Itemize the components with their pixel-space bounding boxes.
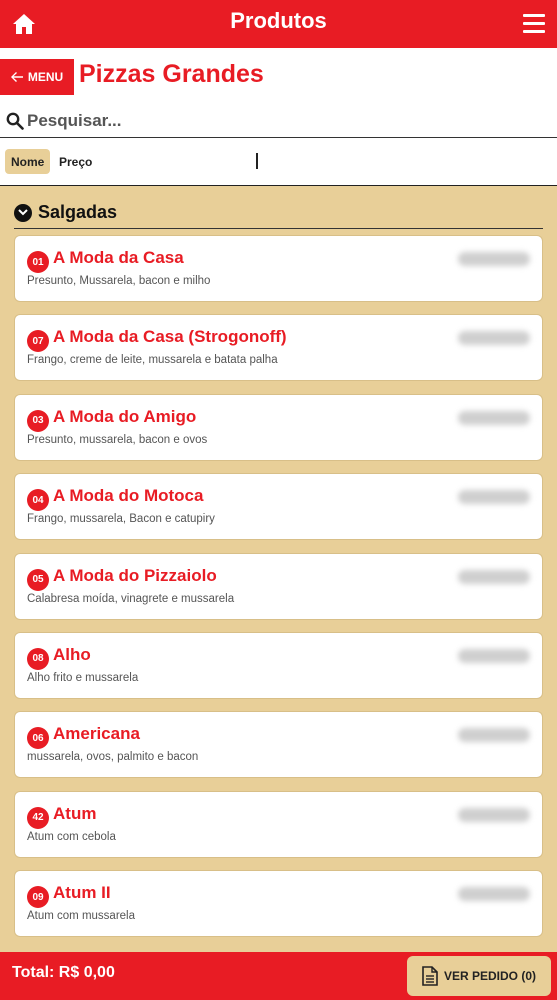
sort-options: Nome Preço: [0, 138, 557, 186]
product-card[interactable]: 05 A Moda do Pizzaiolo Calabresa moída, …: [14, 552, 543, 620]
product-name: A Moda da Casa (Strogonoff): [53, 327, 287, 347]
product-number-badge: 05: [27, 568, 49, 591]
page-title: Pizzas Grandes: [79, 60, 264, 88]
product-name: Alho: [53, 644, 91, 664]
product-number-badge: 08: [27, 647, 49, 670]
product-card[interactable]: 03 A Moda do Amigo Presunto, mussarela, …: [14, 393, 543, 461]
product-price-blurred: [458, 252, 530, 266]
product-name: A Moda do Amigo: [53, 406, 197, 426]
product-number-badge: 09: [27, 886, 49, 909]
product-description: Frango, mussarela, Bacon e catupiry: [27, 513, 215, 526]
product-number-badge: 04: [27, 489, 49, 512]
product-price-blurred: [458, 648, 530, 663]
product-name: Atum: [53, 803, 97, 823]
chevron-down-icon: [14, 203, 32, 222]
view-order-button[interactable]: VER PEDIDO (0): [407, 956, 551, 996]
product-price-blurred: [458, 569, 530, 584]
product-description: Calabresa moída, vinagrete e mussarela: [27, 592, 235, 605]
product-name: Americana: [53, 724, 140, 744]
back-to-menu-button[interactable]: MENU: [0, 59, 74, 95]
search-bar: [0, 104, 557, 138]
page-header-title: Produtos: [230, 8, 327, 33]
product-name: A Moda do Pizzaiolo: [53, 565, 217, 585]
product-card[interactable]: 07 A Moda da Casa (Strogonoff) Frango, c…: [14, 314, 543, 382]
product-price-blurred: [458, 887, 530, 902]
product-description: Atum com cebola: [27, 830, 116, 843]
text-cursor: [256, 153, 258, 169]
search-icon: [6, 112, 24, 130]
product-price-blurred: [458, 807, 530, 822]
product-description: Atum com mussarela: [27, 910, 136, 923]
product-description: mussarela, ovos, palmito e bacon: [27, 751, 199, 764]
product-description: Alho frito e mussarela: [27, 671, 139, 684]
search-input[interactable]: [27, 107, 547, 135]
product-description: Frango, creme de leite, mussarela e bata…: [27, 354, 278, 367]
sort-by-price-button[interactable]: Preço: [59, 155, 92, 169]
product-name: A Moda da Casa: [53, 248, 184, 267]
product-card[interactable]: 04 A Moda do Motoca Frango, mussarela, B…: [14, 473, 543, 541]
product-number-badge: 03: [27, 409, 49, 432]
arrow-left-icon: [10, 72, 23, 82]
product-name: Atum II: [53, 883, 111, 903]
product-card[interactable]: 09 Atum II Atum com mussarela: [14, 870, 543, 938]
product-card[interactable]: 08 Alho Alho frito e mussarela: [14, 631, 543, 699]
product-card[interactable]: 42 Atum Atum com cebola: [14, 790, 543, 858]
view-order-label: VER PEDIDO (0): [443, 969, 536, 983]
product-number-badge: 42: [27, 806, 49, 829]
cart-footer: Total: R$ 0,00 VER PEDIDO (0): [0, 952, 557, 1000]
product-price-blurred: [458, 410, 530, 425]
product-price-blurred: [458, 331, 530, 346]
product-number-badge: 07: [27, 330, 49, 353]
sort-by-name-button[interactable]: Nome: [5, 149, 51, 174]
section-title: Salgadas: [38, 202, 118, 222]
product-description: Presunto, mussarela, bacon e ovos: [27, 433, 208, 446]
product-description: Presunto, Mussarela, bacon e milho: [27, 275, 211, 287]
section-salgadas-toggle[interactable]: Salgadas: [14, 197, 543, 229]
cart-total: Total: R$ 0,00: [12, 964, 115, 981]
product-number-badge: 06: [27, 727, 49, 750]
product-number-badge: 01: [27, 251, 49, 273]
product-price-blurred: [458, 490, 530, 505]
hamburger-menu-icon[interactable]: [523, 14, 545, 34]
document-icon: [422, 966, 438, 986]
product-card[interactable]: 06 Americana mussarela, ovos, palmito e …: [14, 711, 543, 779]
top-bar: Produtos: [0, 0, 557, 48]
product-name: A Moda do Motoca: [53, 486, 204, 506]
category-header: MENU Pizzas Grandes Nome Preço: [0, 48, 557, 186]
product-price-blurred: [458, 728, 530, 743]
product-list: 01 A Moda da Casa Presunto, Mussarela, b…: [14, 235, 543, 950]
product-card[interactable]: 01 A Moda da Casa Presunto, Mussarela, b…: [14, 235, 543, 302]
menu-button-label: MENU: [27, 70, 64, 84]
